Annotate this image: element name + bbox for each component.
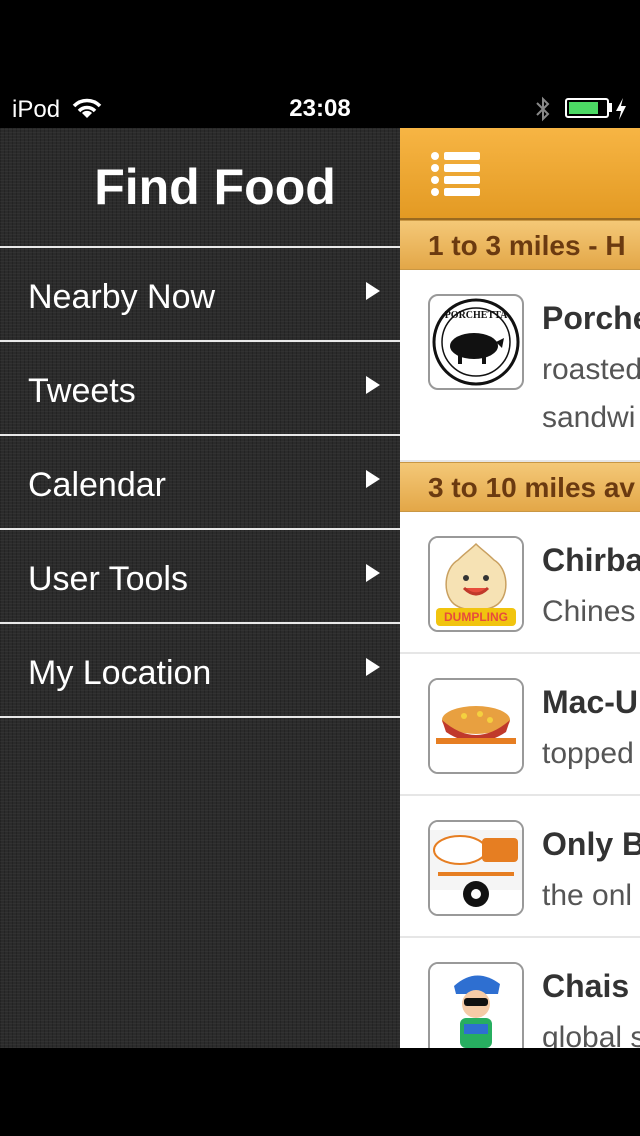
vendor-description: the onl [542,879,633,912]
menu-item-label: Nearby Now [28,278,216,316]
menu-item-nearby-now[interactable]: Nearby Now [0,246,400,340]
vendor-description: Chines [542,595,636,628]
vendor-name: Mac-U [542,684,639,720]
chevron-right-icon [366,376,380,394]
section-header: 1 to 3 miles - H [400,220,640,270]
chevron-right-icon [366,564,380,582]
only-burger-logo [428,820,524,916]
vendor-row[interactable]: Chais global s [400,938,640,1048]
menu-item-tweets[interactable]: Tweets [0,340,400,434]
menu-list: Nearby Now Tweets Calendar User Tools My… [0,246,400,718]
chevron-right-icon [366,470,380,488]
menu-item-label: Tweets [28,372,136,410]
chevron-right-icon [366,282,380,300]
svg-text:DUMPLING: DUMPLING [444,610,508,624]
charging-icon [616,98,626,120]
vendor-description: global s [542,1021,640,1048]
bluetooth-icon [536,96,550,122]
vendor-row[interactable]: DUMPLING Chirba Chines [400,512,640,654]
chef-mascot-logo [428,962,524,1048]
menu-item-label: Calendar [28,466,166,504]
nav-bar [400,128,640,220]
vendor-list-panel[interactable]: 1 to 3 miles - H PORCHETTA Porche roaste… [400,128,640,1048]
hamburger-menu-icon[interactable] [430,150,482,196]
menu-item-label: My Location [28,654,212,692]
side-menu: Find Food Nearby Now Tweets Calendar Use… [0,128,400,1048]
porchetta-pig-logo: PORCHETTA [428,294,524,390]
menu-item-label: User Tools [28,560,188,598]
vendor-row[interactable]: Only B the onl [400,796,640,938]
vendor-row[interactable]: Mac-U topped [400,654,640,796]
chirba-dumpling-logo: DUMPLING [428,536,524,632]
menu-item-calendar[interactable]: Calendar [0,434,400,528]
status-bar: iPod 23:08 [0,90,640,128]
section-header-label: 1 to 3 miles - H [428,230,626,261]
mac-n-cheese-logo [428,678,524,774]
menu-item-user-tools[interactable]: User Tools [0,528,400,622]
vendor-name: Porche [542,300,640,336]
bottom-letterbox [0,1048,640,1136]
vendor-description: topped [542,737,634,770]
vendor-name: Chirba [542,542,640,578]
vendor-name: Chais [542,968,630,1004]
section-header: 3 to 10 miles av [400,462,640,512]
battery-icon [565,98,609,118]
battery-level [569,102,598,114]
vendor-name: Only B [542,826,640,862]
menu-item-my-location[interactable]: My Location [0,622,400,718]
svg-text:PORCHETTA: PORCHETTA [445,310,508,321]
sidebar-title: Find Food [94,159,336,215]
battery-nub [609,103,612,112]
vendor-row[interactable]: PORCHETTA Porche roasted sandwi [400,270,640,462]
vendor-description: roasted sandwi [542,353,640,434]
top-letterbox [0,0,640,90]
section-header-label: 3 to 10 miles av [428,472,636,503]
chevron-right-icon [366,658,380,676]
